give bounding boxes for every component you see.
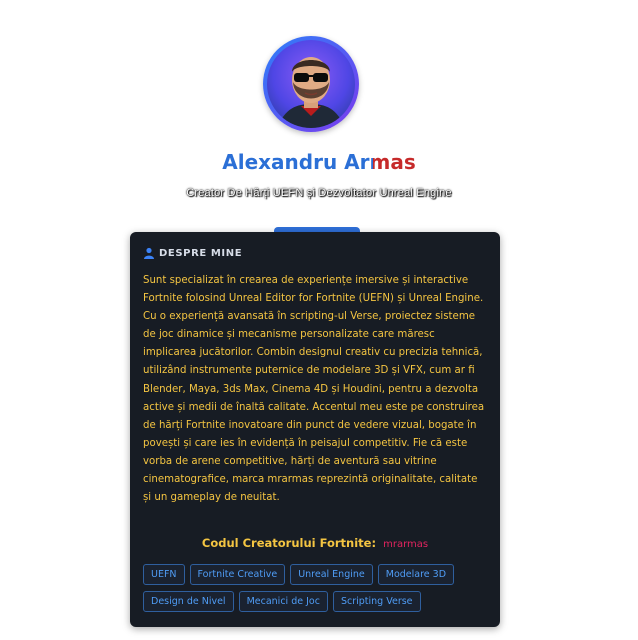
tag-modelare-3d[interactable]: Modelare 3D: [377, 564, 455, 585]
about-card-title: DESPRE MINE: [159, 247, 243, 259]
about-card: DESPRE MINE Sunt specializat în crearea …: [130, 232, 500, 627]
user-icon: [144, 247, 154, 259]
tag-design-de-nivel[interactable]: Design de Nivel: [143, 591, 234, 612]
about-bio: Sunt specializat în crearea de experienț…: [143, 275, 485, 504]
profile-first-name: Alexandru: [222, 150, 338, 174]
tag-unreal-engine[interactable]: Unreal Engine: [290, 564, 373, 585]
creator-code: Codul Creatorului Fortnite: mrarmas: [130, 536, 500, 550]
creator-code-label: Codul Creatorului Fortnite:: [201, 536, 377, 550]
tag-scripting-verse[interactable]: Scripting Verse: [332, 591, 421, 612]
avatar-portrait: [277, 57, 345, 128]
profile-last-name: Armas: [344, 150, 416, 174]
creator-code-value[interactable]: mrarmas: [383, 539, 428, 550]
profile-name: Alexandru Armas: [0, 150, 638, 174]
tag-uefn[interactable]: UEFN: [143, 564, 185, 585]
tag-mecanici-de-joc[interactable]: Mecanici de Joc: [238, 591, 328, 612]
skill-tags: UEFN Fortnite Creative Unreal Engine Mod…: [143, 564, 488, 612]
about-card-header: DESPRE MINE: [143, 247, 242, 259]
avatar: [263, 36, 359, 132]
tag-fortnite-creative[interactable]: Fortnite Creative: [189, 564, 286, 585]
avatar-image: [267, 40, 355, 128]
profile-subtitle: Creator De Hărți UEFN și Dezvoltator Unr…: [186, 187, 452, 199]
